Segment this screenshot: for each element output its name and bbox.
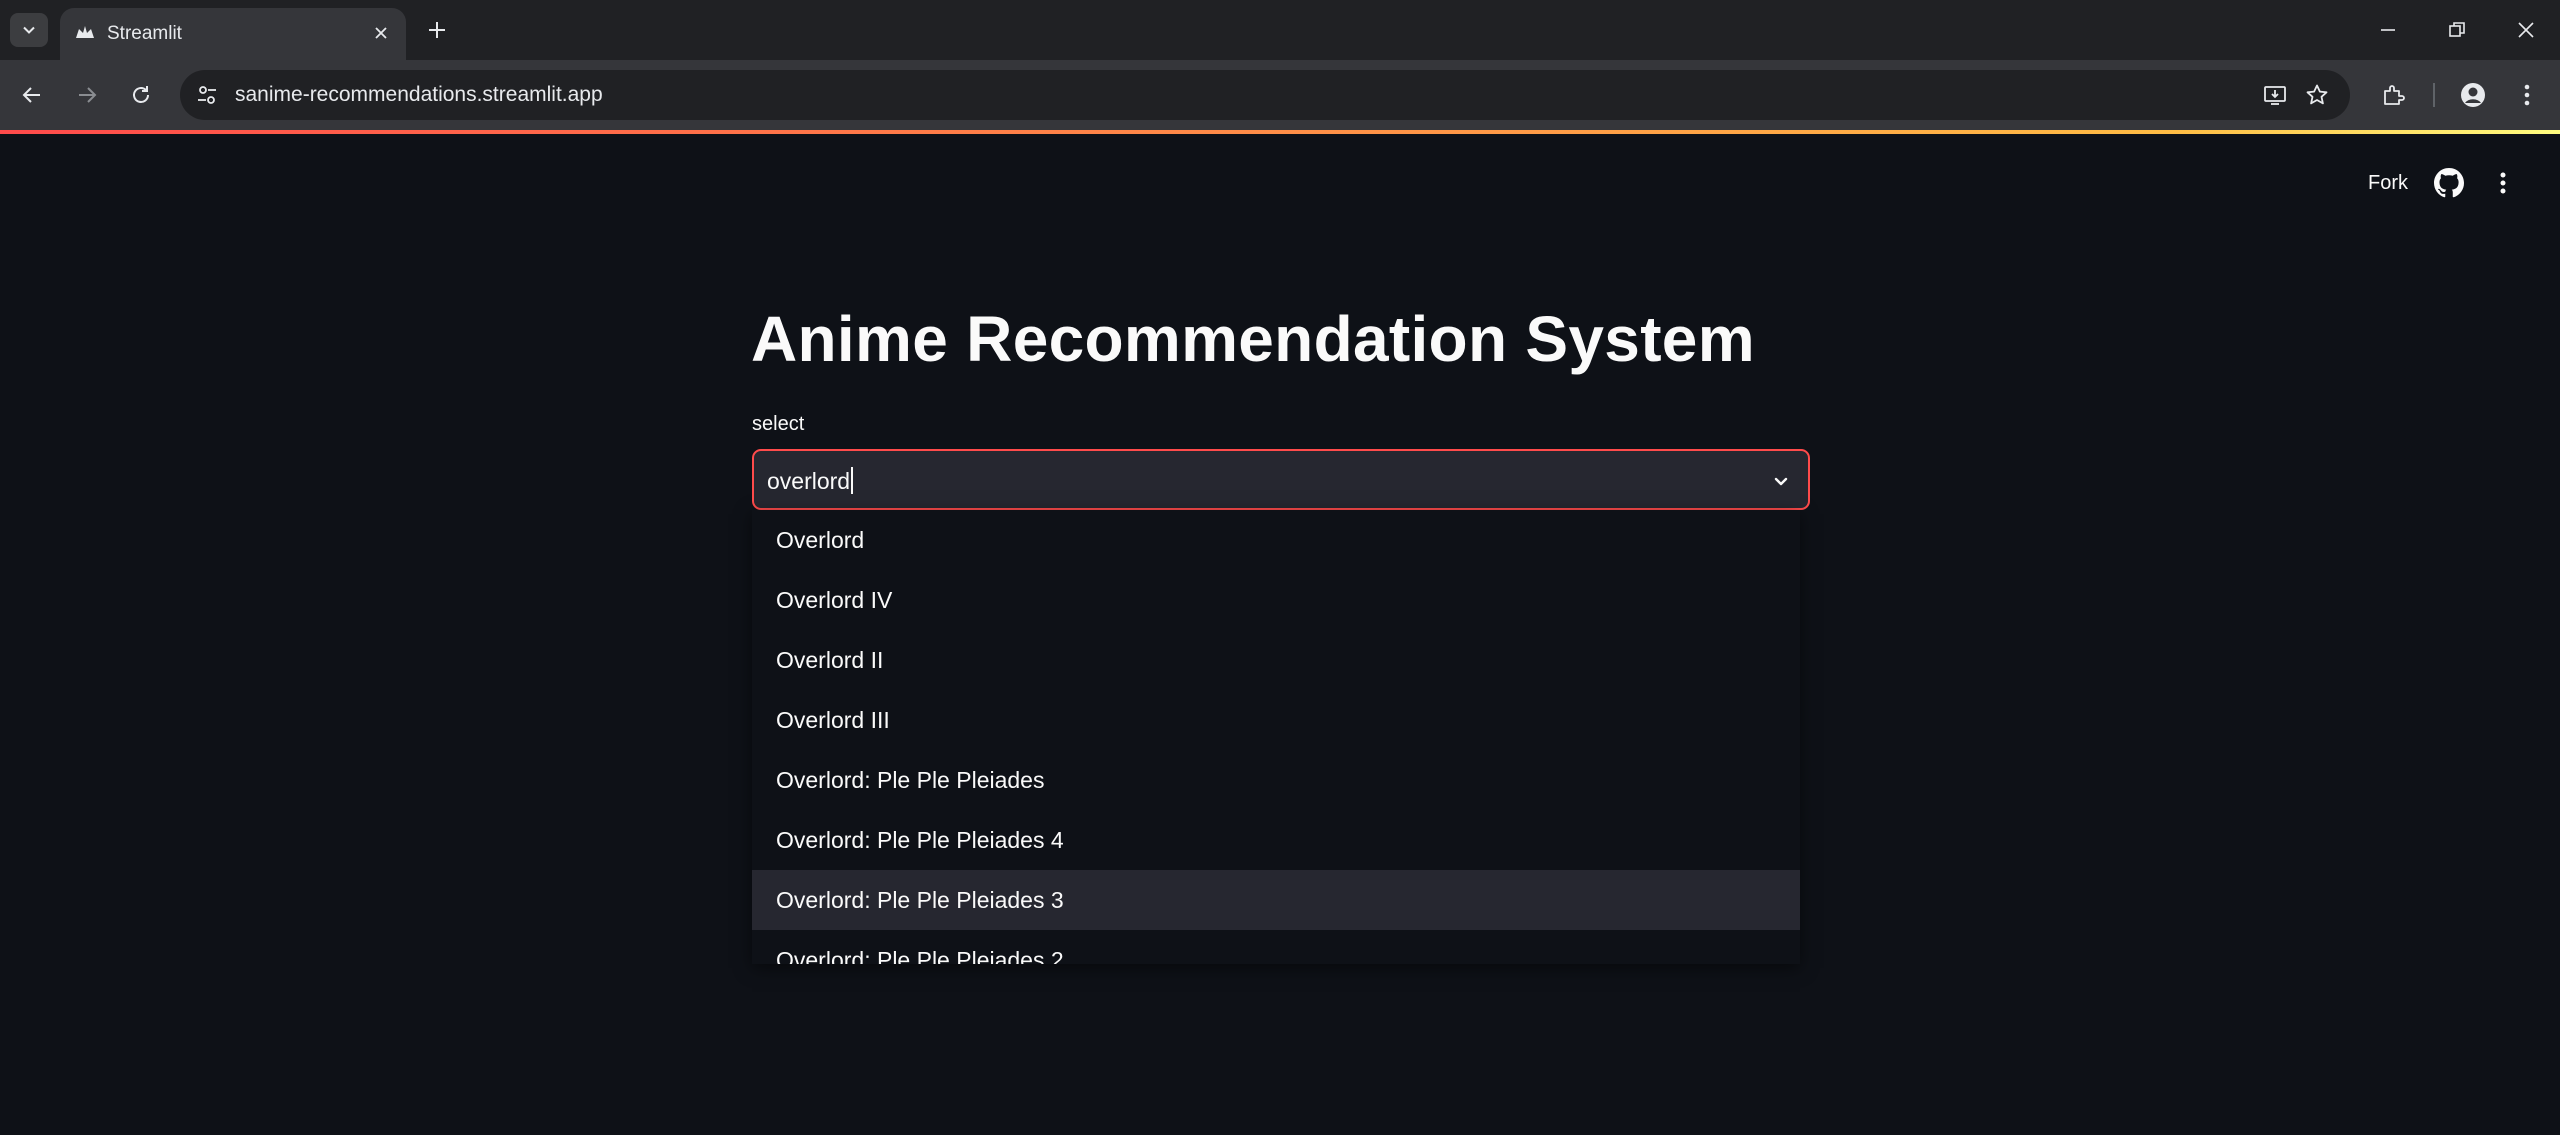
close-window-button[interactable]	[2492, 0, 2560, 60]
fork-button[interactable]: Fork	[2368, 172, 2408, 195]
dropdown-option[interactable]: Overlord: Ple Ple Pleiades	[752, 750, 1800, 810]
dropdown-option[interactable]: Overlord IV	[752, 570, 1800, 630]
arrow-right-icon	[79, 87, 97, 103]
close-icon	[2518, 22, 2534, 38]
more-vert-icon	[2500, 172, 2506, 194]
back-button[interactable]	[14, 77, 50, 113]
url-text: sanime-recommendations.streamlit.app	[235, 83, 603, 106]
install-icon	[2264, 86, 2286, 105]
browser-tab-active[interactable]: Streamlit	[60, 8, 406, 60]
new-tab-button[interactable]	[420, 13, 454, 47]
reload-button[interactable]	[123, 77, 159, 113]
dropdown-option[interactable]: Overlord: Ple Ple Pleiades 3	[752, 870, 1800, 930]
select-toggle[interactable]	[1768, 468, 1794, 494]
puzzle-icon	[2384, 85, 2405, 105]
app-menu-button[interactable]	[2488, 168, 2518, 198]
dropdown-option[interactable]: Overlord III	[752, 690, 1800, 750]
minimize-button[interactable]	[2354, 0, 2422, 60]
chevron-down-icon	[1774, 477, 1788, 486]
star-icon	[2306, 84, 2328, 105]
dropdown-option[interactable]: Overlord: Ple Ple Pleiades 2	[752, 930, 1800, 964]
text-cursor	[851, 467, 854, 494]
tab-title: Streamlit	[107, 23, 182, 44]
dropdown-option[interactable]: Overlord: Ple Ple Pleiades 4	[752, 810, 1800, 870]
close-tab-button[interactable]	[368, 20, 394, 46]
select-label: select	[752, 413, 805, 435]
github-icon[interactable]	[2434, 168, 2464, 198]
browser-tab-strip: Streamlit	[0, 0, 2560, 60]
browser-toolbar: sanime-recommendations.streamlit.app	[0, 60, 2560, 130]
avatar-icon	[2461, 83, 2485, 107]
minimize-icon	[2381, 29, 2395, 31]
site-info-button[interactable]	[190, 78, 224, 112]
extensions-button[interactable]	[2375, 77, 2411, 113]
dropdown-option[interactable]: Overlord II	[752, 630, 1800, 690]
plus-icon	[429, 22, 445, 38]
more-vert-icon	[2524, 84, 2530, 106]
anime-selectbox[interactable]: overlord	[752, 449, 1810, 510]
close-icon	[375, 27, 387, 39]
select-input-text: overlord	[767, 468, 851, 494]
tab-search-button[interactable]	[10, 13, 48, 47]
bookmark-button[interactable]	[2300, 78, 2334, 112]
streamlit-favicon-icon	[76, 26, 94, 38]
app-header: Fork	[0, 134, 2560, 234]
address-bar[interactable]: sanime-recommendations.streamlit.app	[180, 70, 2350, 120]
select-dropdown-list: Overlord Overlord IV Overlord II Overlord I…	[752, 510, 1800, 964]
install-app-button[interactable]	[2258, 78, 2292, 112]
dropdown-option[interactable]: Overlord	[752, 510, 1800, 570]
reload-icon	[133, 86, 149, 103]
tune-icon	[198, 86, 216, 104]
browser-menu-button[interactable]	[2509, 77, 2545, 113]
restore-icon	[2449, 22, 2465, 37]
page-title: Anime Recommendation System	[751, 303, 1755, 375]
arrow-left-icon	[22, 87, 40, 103]
select-input[interactable]: overlord	[767, 467, 854, 495]
chevron-down-icon	[23, 26, 35, 34]
forward-button[interactable]	[69, 77, 105, 113]
toolbar-divider	[2433, 83, 2435, 107]
profile-button[interactable]	[2455, 77, 2491, 113]
restore-button[interactable]	[2423, 0, 2491, 60]
